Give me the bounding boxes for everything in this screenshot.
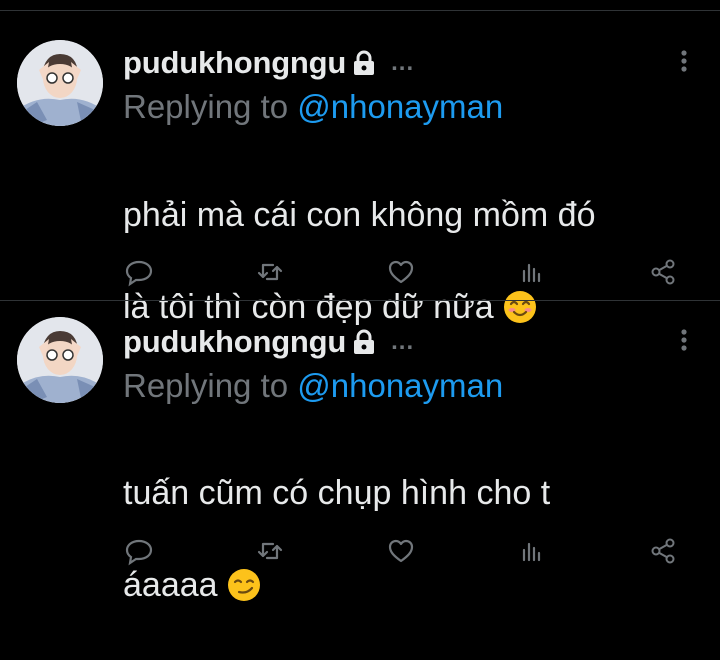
replying-prefix: Replying to xyxy=(123,367,298,404)
name-row: pudukhongngu ... xyxy=(123,43,414,83)
retweet-icon[interactable] xyxy=(255,536,285,566)
lock-icon xyxy=(351,328,377,356)
replying-prefix: Replying to xyxy=(123,88,298,125)
smirking-face-emoji-icon xyxy=(227,568,261,614)
lock-icon xyxy=(351,49,377,77)
name-row: pudukhongngu ... xyxy=(123,322,414,362)
username[interactable]: pudukhongngu xyxy=(123,45,346,81)
like-icon[interactable] xyxy=(386,257,416,287)
analytics-icon[interactable] xyxy=(517,536,547,566)
retweet-icon[interactable] xyxy=(255,257,285,287)
replying-to: Replying to @nhonayman xyxy=(123,367,503,405)
tweet[interactable]: pudukhongngu ... Replying to @nhonayman … xyxy=(0,0,720,326)
more-icon[interactable] xyxy=(676,326,692,356)
username[interactable]: pudukhongngu xyxy=(123,324,346,360)
tweet-text-line: tuấn cũm có chụp hình cho t xyxy=(123,474,551,512)
tweet-actions xyxy=(0,536,720,566)
share-icon[interactable] xyxy=(648,536,678,566)
tweet-text-line: phải mà cái con không mồm đó xyxy=(123,196,596,234)
ellipsis: ... xyxy=(391,328,415,355)
tweet-text-line: áaaaa xyxy=(123,562,703,614)
tweet-actions xyxy=(0,257,720,287)
like-icon[interactable] xyxy=(386,536,416,566)
tweet[interactable]: pudukhongngu ... Replying to @nhonayman … xyxy=(0,300,720,604)
analytics-icon[interactable] xyxy=(517,257,547,287)
tweet-text-line-content: áaaaa xyxy=(123,566,218,604)
replying-handle[interactable]: @nhonayman xyxy=(297,367,503,404)
ellipsis: ... xyxy=(391,49,415,76)
avatar[interactable] xyxy=(17,40,103,126)
reply-icon[interactable] xyxy=(124,536,154,566)
replying-to: Replying to @nhonayman xyxy=(123,88,503,126)
avatar[interactable] xyxy=(17,317,103,403)
share-icon[interactable] xyxy=(648,257,678,287)
more-icon[interactable] xyxy=(676,47,692,77)
replying-handle[interactable]: @nhonayman xyxy=(297,88,503,125)
reply-icon[interactable] xyxy=(124,257,154,287)
